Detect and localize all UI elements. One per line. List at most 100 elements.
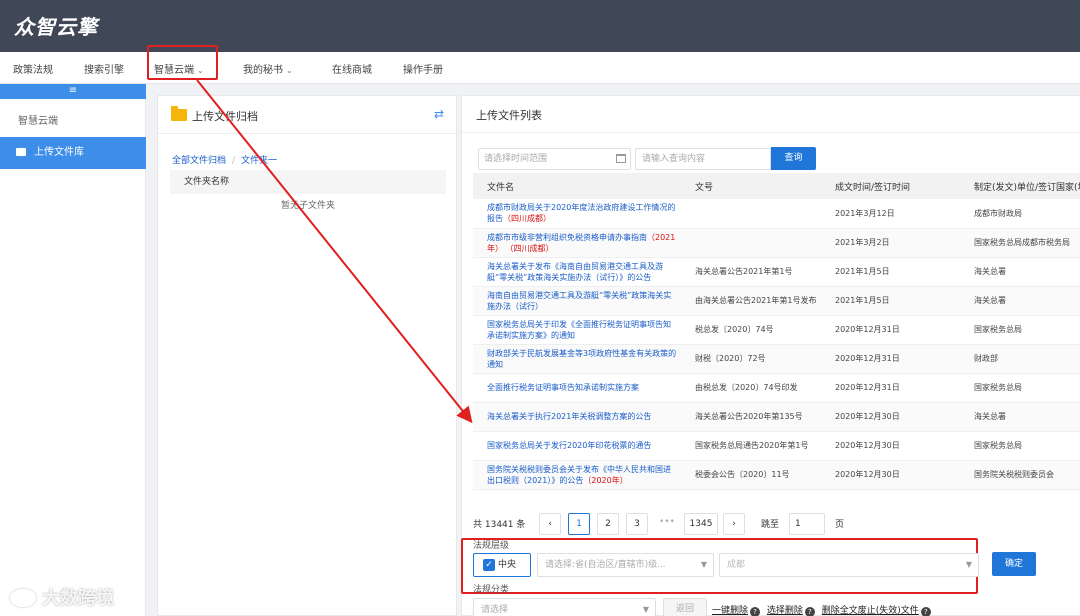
org-cell: 国务院关税税则委员会: [960, 460, 1080, 490]
calendar-icon: [616, 154, 626, 163]
org-cell: 国家税务总局成都市税务局: [960, 228, 1080, 258]
one-click-delete-link[interactable]: 一键删除: [712, 606, 748, 616]
date-cell-text: 2021年1月5日: [835, 296, 890, 305]
date-cell-text: 2021年3月2日: [835, 238, 890, 247]
app-logo[interactable]: 众智云擎: [14, 11, 98, 40]
page-2-button[interactable]: 2: [597, 513, 619, 535]
column-header-org: 制定(发文)单位/签订国家(地: [960, 173, 1080, 199]
page-1-button[interactable]: 1: [568, 513, 590, 535]
search-button[interactable]: 查询: [771, 147, 816, 170]
file-name-cell[interactable]: 成都市市级非营利组织免税资格申请办事指南（2021年） （四川成都）: [473, 228, 681, 258]
org-cell: 国家税务总局: [960, 315, 1080, 345]
table-row[interactable]: 成都市市级非营利组织免税资格申请办事指南（2021年） （四川成都） 2021年3…: [473, 228, 1080, 258]
city-select[interactable]: 成都 ▼: [719, 553, 979, 577]
nav-search-engine[interactable]: 搜索引擎: [84, 61, 124, 76]
page-suffix: 页: [835, 520, 845, 530]
org-cell: 海关总署: [960, 257, 1080, 287]
watermark-logo-icon: [10, 589, 36, 607]
page-ellipsis[interactable]: •••: [659, 517, 675, 527]
org-cell-text: 海关总署: [974, 296, 1006, 305]
table-row[interactable]: 国家税务总局关于发行2020年印花税票的通告 国家税务总局通告2020年第1号 20…: [473, 431, 1080, 461]
folder-icon: [16, 148, 26, 156]
file-name-cell-text: 财政部关于民航发展基金等3项政府性基金有关政策的通知: [487, 348, 677, 369]
file-name-cell[interactable]: 国务院关税税则委员会关于发布《中华人民共和国进出口税则（2021）》的公告（20…: [473, 460, 681, 490]
list-header: 上传文件列表: [462, 96, 1080, 133]
category-label: 法规分类: [473, 585, 510, 595]
table-row[interactable]: 海南自由贸易港交通工具及游艇“零关税”政策海关实施办法（试行） 由海关总署公告20…: [473, 286, 1080, 316]
doc-number-cell: 税总发〔2020〕74号: [681, 315, 821, 345]
archive-header: 上传文件归档 ⇄: [158, 96, 456, 134]
doc-number-cell: [681, 199, 821, 229]
file-name-cell[interactable]: 国家税务总局关于发行2020年印花税票的通告: [473, 431, 681, 461]
sidebar-item-upload-library[interactable]: 上传文件库: [0, 137, 146, 169]
date-range-input[interactable]: 请选择时间范围: [478, 148, 631, 170]
date-cell-text: 2020年12月31日: [835, 383, 900, 392]
breadcrumb-all[interactable]: 全部文件归档: [172, 156, 226, 166]
jump-page-input[interactable]: 1: [789, 513, 825, 535]
file-name-cell-text: 国家税务总局关于发行2020年印花税票的通告: [487, 441, 652, 450]
nav-manual[interactable]: 操作手册: [403, 61, 443, 76]
table-row[interactable]: 海关总署关于发布《海南自由贸易港交通工具及游艇“零关税”政策海关实施办法（试行）…: [473, 257, 1080, 287]
breadcrumb: 全部文件归档 / 文件夹一: [172, 153, 277, 166]
breadcrumb-folder[interactable]: 文件夹一: [241, 156, 277, 166]
center-level-checkbox[interactable]: ✓ 中央: [473, 553, 531, 577]
table-row[interactable]: 海关总署关于执行2021年关税调整方案的公告 海关总署公告2020年第135号 20…: [473, 402, 1080, 432]
org-cell-text: 海关总署: [974, 267, 1006, 276]
file-name-cell[interactable]: 海南自由贸易港交通工具及游艇“零关税”政策海关实施办法（试行）: [473, 286, 681, 316]
nav-online-mall[interactable]: 在线商城: [332, 61, 372, 76]
breadcrumb-separator: /: [232, 156, 236, 166]
date-cell: 2021年3月12日: [821, 199, 960, 229]
doc-number-cell: 国家税务总局通告2020年第1号: [681, 431, 821, 461]
org-cell: 财政部: [960, 344, 1080, 374]
help-icon[interactable]: ?: [750, 607, 761, 616]
file-name-cell[interactable]: 海关总署关于发布《海南自由贸易港交通工具及游艇“零关税”政策海关实施办法（试行）…: [473, 257, 681, 287]
search-input[interactable]: 请输入查询内容: [635, 148, 771, 170]
delete-links: 一键删除? 选择删除? 删除全文废止(失效)文件?: [712, 603, 935, 616]
back-button[interactable]: 返回: [663, 598, 707, 616]
org-cell-text: 成都市财政局: [974, 208, 1022, 218]
pagination: 共 13441 条 ‹ 1 2 3 ••• 1345 › 跳至 1 页: [473, 511, 1073, 535]
delete-abolished-link[interactable]: 删除全文废止(失效)文件: [822, 606, 919, 616]
next-page-button[interactable]: ›: [723, 513, 745, 535]
nav-policy[interactable]: 政策法规: [13, 61, 53, 76]
file-name-cell[interactable]: 海关总署关于执行2021年关税调整方案的公告: [473, 402, 681, 432]
date-cell-text: 2021年3月12日: [835, 208, 895, 218]
doc-number-cell: 由税总发〔2020〕74号印发: [681, 373, 821, 403]
doc-number-cell: 税委会公告〔2020〕11号: [681, 460, 821, 490]
date-range-placeholder: 请选择时间范围: [484, 154, 548, 164]
folder-icon: [171, 106, 187, 121]
file-table: 文件名 文号 成文时间/签订时间 制定(发文)单位/签订国家(地 成都市财政局关…: [473, 173, 1080, 490]
org-cell-text: 国务院关税税则委员会: [974, 470, 1054, 479]
date-cell: 2020年12月30日: [821, 431, 960, 461]
last-page-button[interactable]: 1345: [684, 513, 718, 535]
table-row[interactable]: 全面推行税务证明事项告知承诺制实施方案 由税总发〔2020〕74号印发 2020年1…: [473, 373, 1080, 403]
empty-folder-text: 暂无子文件夹: [280, 201, 335, 211]
page-3-button[interactable]: 3: [626, 513, 648, 535]
province-select[interactable]: 请选择:省(自治区/直辖市)级... ▼: [537, 553, 714, 577]
table-row[interactable]: 成都市财政局关于2020年度法治政府建设工作情况的报告（四川成都） 2021年3月…: [473, 199, 1080, 229]
date-cell-text: 2020年12月31日: [835, 354, 900, 363]
file-name-cell[interactable]: 财政部关于民航发展基金等3项政府性基金有关政策的通知: [473, 344, 681, 374]
menu-toggle-button[interactable]: ≡: [0, 84, 146, 99]
file-name-cell[interactable]: 全面推行税务证明事项告知承诺制实施方案: [473, 373, 681, 403]
date-cell: 2020年12月31日: [821, 315, 960, 345]
file-name-cell[interactable]: 国家税务总局关于印发《全面推行税务证明事项告知承诺制实施方案》的通知: [473, 315, 681, 345]
org-cell-text: 国家税务总局: [974, 325, 1022, 334]
nav-my-secretary[interactable]: 我的秘书 ⌄: [243, 61, 293, 76]
prev-page-button[interactable]: ‹: [539, 513, 561, 535]
category-select[interactable]: 请选择 ▼: [473, 598, 656, 616]
org-cell: 海关总署: [960, 402, 1080, 432]
table-row[interactable]: 国务院关税税则委员会关于发布《中华人民共和国进出口税则（2021）》的公告（20…: [473, 460, 1080, 490]
swap-icon[interactable]: ⇄: [434, 107, 444, 121]
file-name-cell-text: 海南自由贸易港交通工具及游艇“零关税”政策海关实施办法（试行）: [487, 290, 672, 311]
table-row[interactable]: 国家税务总局关于印发《全面推行税务证明事项告知承诺制实施方案》的通知 税总发〔20…: [473, 315, 1080, 345]
table-row[interactable]: 财政部关于民航发展基金等3项政府性基金有关政策的通知 财税〔2020〕72号 202…: [473, 344, 1080, 374]
select-delete-link[interactable]: 选择删除: [767, 606, 803, 616]
confirm-button[interactable]: 确定: [992, 552, 1036, 576]
file-name-cell[interactable]: 成都市财政局关于2020年度法治政府建设工作情况的报告（四川成都）: [473, 199, 681, 229]
date-cell-text: 2020年12月31日: [835, 325, 900, 334]
org-cell-text: 国家税务总局成都市税务局: [974, 238, 1070, 247]
help-icon[interactable]: ?: [804, 607, 815, 616]
archive-panel: 上传文件归档 ⇄ 全部文件归档 / 文件夹一 文件夹名称 暂无子文件夹: [157, 95, 457, 616]
help-icon[interactable]: ?: [920, 607, 931, 616]
